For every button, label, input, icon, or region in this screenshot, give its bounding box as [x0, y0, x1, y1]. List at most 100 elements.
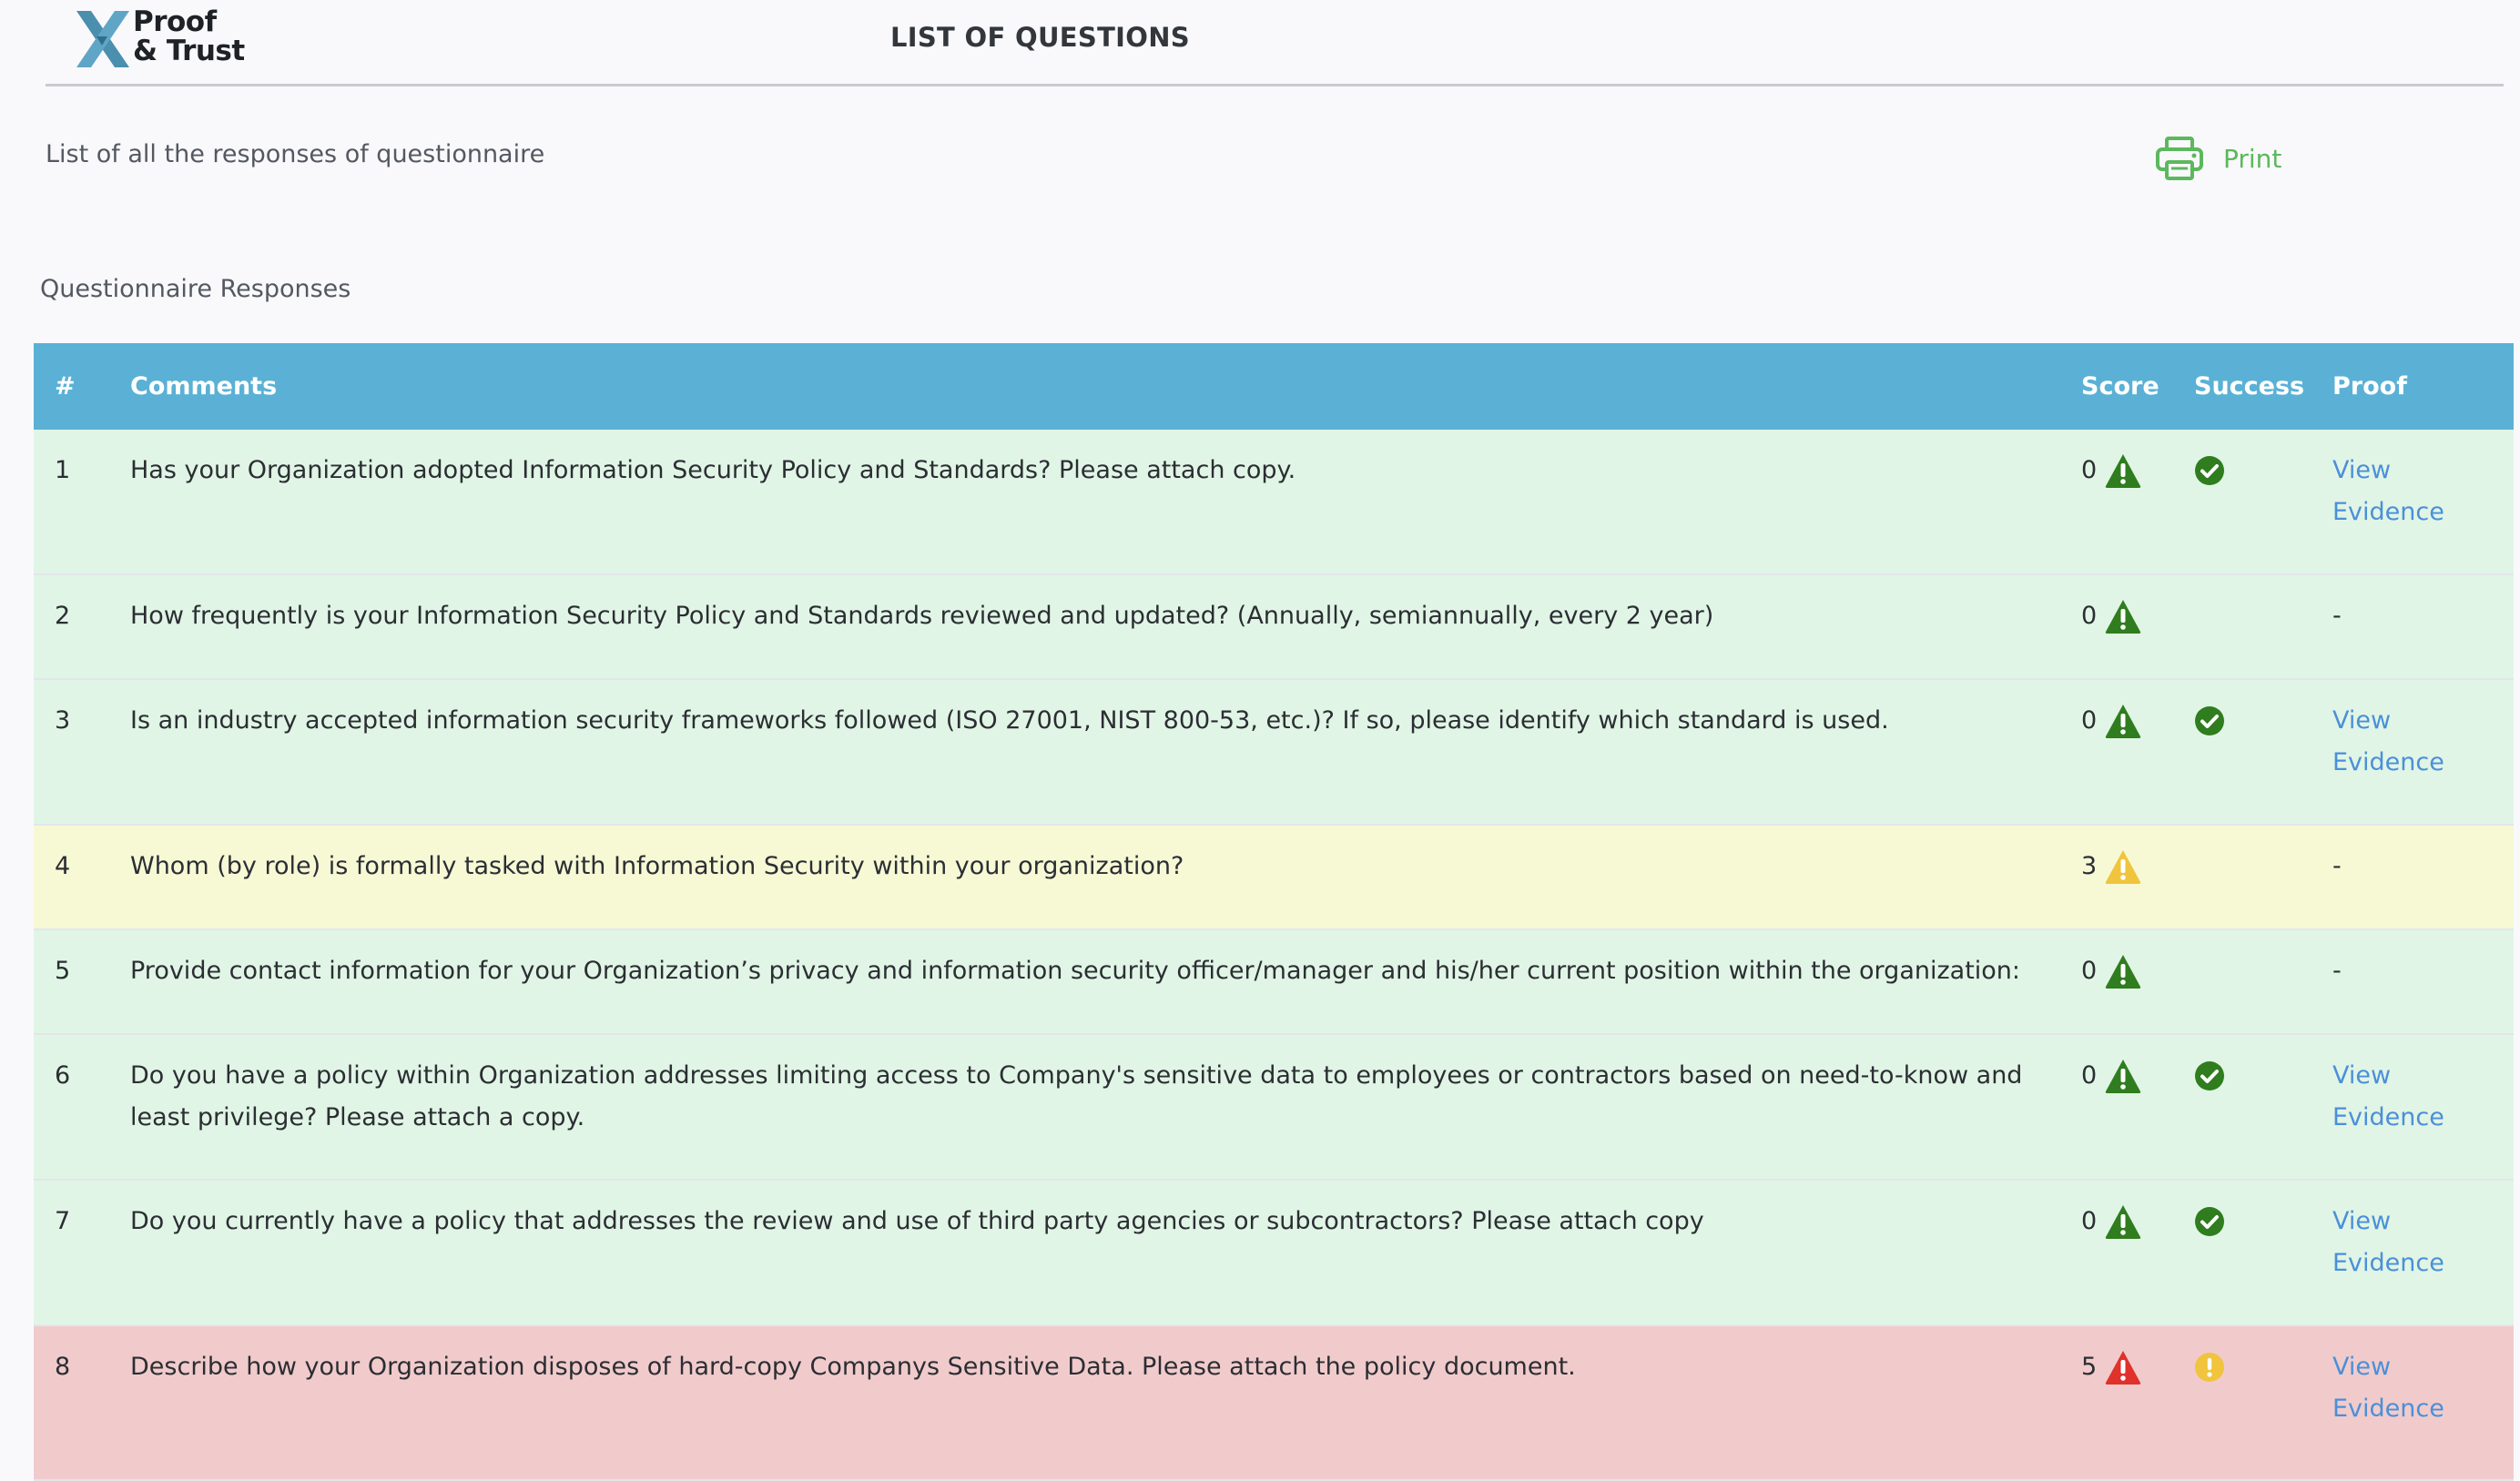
table-row: 4 Whom (by role) is formally tasked with … [34, 826, 2514, 930]
row-comment: Whom (by role) is formally tasked with I… [130, 852, 1184, 880]
row-comment: Do you currently have a policy that addr… [130, 1207, 1704, 1235]
row-score: 3 [2081, 826, 2194, 888]
page-header: Proof & Trust LIST OF QUESTIONS [46, 0, 2504, 86]
warning-triangle-icon [2105, 454, 2141, 488]
view-evidence-link[interactable]: View Evidence [2332, 1346, 2514, 1430]
row-number: 6 [55, 1061, 71, 1090]
view-evidence-link[interactable]: View Evidence [2332, 450, 2514, 533]
section-title: Questionnaire Responses [40, 275, 351, 303]
warning-triangle-icon [2105, 1351, 2141, 1385]
row-number: 1 [55, 456, 71, 484]
view-evidence-link[interactable]: View Evidence [2332, 1055, 2514, 1139]
warning-triangle-icon [2105, 705, 2141, 738]
row-proof: View Evidence [2332, 680, 2514, 784]
table-row: 3 Is an industry accepted information sec… [34, 680, 2514, 826]
row-comment: How frequently is your Information Secur… [130, 602, 1714, 630]
score-value: 0 [2081, 456, 2098, 484]
row-score: 0 [2081, 1181, 2194, 1243]
row-comment: Has your Organization adopted Informatio… [130, 456, 1296, 484]
row-number: 8 [55, 1353, 71, 1381]
row-success [2194, 1181, 2332, 1237]
row-number: 5 [55, 957, 71, 985]
view-evidence-link-text: View [2332, 706, 2392, 735]
table-row: 8 Describe how your Organization disposes… [34, 1326, 2514, 1481]
table-row: 6 Do you have a policy within Organizatio… [34, 1035, 2514, 1181]
logo-x-mark-icon [76, 11, 129, 67]
row-score: 5 [2081, 1326, 2194, 1388]
score-value: 0 [2081, 602, 2098, 630]
row-number: 2 [55, 602, 71, 630]
row-number: 4 [55, 852, 71, 880]
warning-triangle-icon [2105, 1205, 2141, 1239]
view-evidence-link-text: View [2332, 1061, 2392, 1090]
row-proof: View Evidence [2332, 1035, 2514, 1139]
row-comment: Provide contact information for your Org… [130, 957, 2021, 985]
printer-icon [2156, 137, 2203, 180]
score-value: 3 [2081, 852, 2098, 880]
check-circle-icon [2195, 1207, 2224, 1236]
column-header-comments[interactable]: Comments [109, 343, 2081, 430]
view-evidence-link-text: View [2332, 1353, 2392, 1381]
column-header-success[interactable]: Success [2194, 343, 2332, 430]
exclamation-circle-icon [2195, 1353, 2224, 1382]
table-body: 1 Has your Organization adopted Informati… [34, 430, 2514, 1481]
row-comment: Is an industry accepted information secu… [130, 706, 1889, 735]
responses-table: # Comments Score Success Proof 1 Has your… [34, 343, 2514, 1481]
page-title: LIST OF QUESTIONS [890, 22, 1190, 53]
row-comment: Describe how your Organization disposes … [130, 1353, 1576, 1381]
row-proof: - [2332, 575, 2514, 637]
logo-wordmark: Proof & Trust [133, 5, 245, 67]
print-label: Print [2223, 143, 2282, 174]
row-number: 7 [55, 1207, 71, 1235]
warning-triangle-icon [2105, 600, 2141, 634]
row-score: 0 [2081, 1035, 2194, 1097]
score-value: 0 [2081, 957, 2098, 985]
view-evidence-link[interactable]: View Evidence [2332, 1201, 2514, 1284]
warning-triangle-icon [2105, 850, 2141, 884]
score-value: 5 [2081, 1353, 2098, 1381]
row-proof: View Evidence [2332, 430, 2514, 533]
table-row: 1 Has your Organization adopted Informati… [34, 430, 2514, 575]
row-score: 0 [2081, 430, 2194, 492]
score-value: 0 [2081, 1061, 2098, 1090]
view-evidence-link-text: Evidence [2332, 1103, 2444, 1131]
row-proof: - [2332, 930, 2514, 992]
column-header-proof[interactable]: Proof [2332, 343, 2514, 430]
check-circle-icon [2195, 706, 2224, 735]
row-score: 0 [2081, 680, 2194, 742]
view-evidence-link-text: View [2332, 1207, 2392, 1235]
row-success [2194, 1326, 2332, 1383]
print-button[interactable]: Print [2156, 135, 2281, 182]
warning-triangle-icon [2105, 1060, 2141, 1093]
row-proof: - [2332, 826, 2514, 888]
page-subtitle: List of all the responses of questionnai… [46, 140, 545, 168]
proof-and-trust-logo[interactable]: Proof & Trust [73, 7, 255, 71]
view-evidence-link-text: Evidence [2332, 748, 2444, 776]
row-comment: Do you have a policy within Organization… [130, 1061, 2023, 1131]
row-success [2194, 575, 2332, 595]
column-header-number[interactable]: # [34, 343, 109, 430]
row-success [2194, 680, 2332, 736]
row-proof: View Evidence [2332, 1326, 2514, 1430]
table-row: 2 How frequently is your Information Secu… [34, 575, 2514, 680]
score-value: 0 [2081, 1207, 2098, 1235]
check-circle-icon [2195, 1061, 2224, 1090]
score-value: 0 [2081, 706, 2098, 735]
table-row: 7 Do you currently have a policy that add… [34, 1181, 2514, 1326]
view-evidence-link[interactable]: View Evidence [2332, 700, 2514, 784]
no-proof-dash: - [2332, 957, 2342, 985]
row-number: 3 [55, 706, 71, 735]
check-circle-icon [2195, 456, 2224, 485]
column-header-score[interactable]: Score [2081, 343, 2194, 430]
table-row: 5 Provide contact information for your Or… [34, 930, 2514, 1035]
no-proof-dash: - [2332, 852, 2342, 880]
row-success [2194, 430, 2332, 486]
row-proof: View Evidence [2332, 1181, 2514, 1284]
row-score: 0 [2081, 575, 2194, 637]
row-success [2194, 826, 2332, 846]
view-evidence-link-text: View [2332, 456, 2392, 484]
row-success [2194, 930, 2332, 950]
warning-triangle-icon [2105, 955, 2141, 989]
view-evidence-link-text: Evidence [2332, 1395, 2444, 1423]
no-proof-dash: - [2332, 602, 2342, 630]
